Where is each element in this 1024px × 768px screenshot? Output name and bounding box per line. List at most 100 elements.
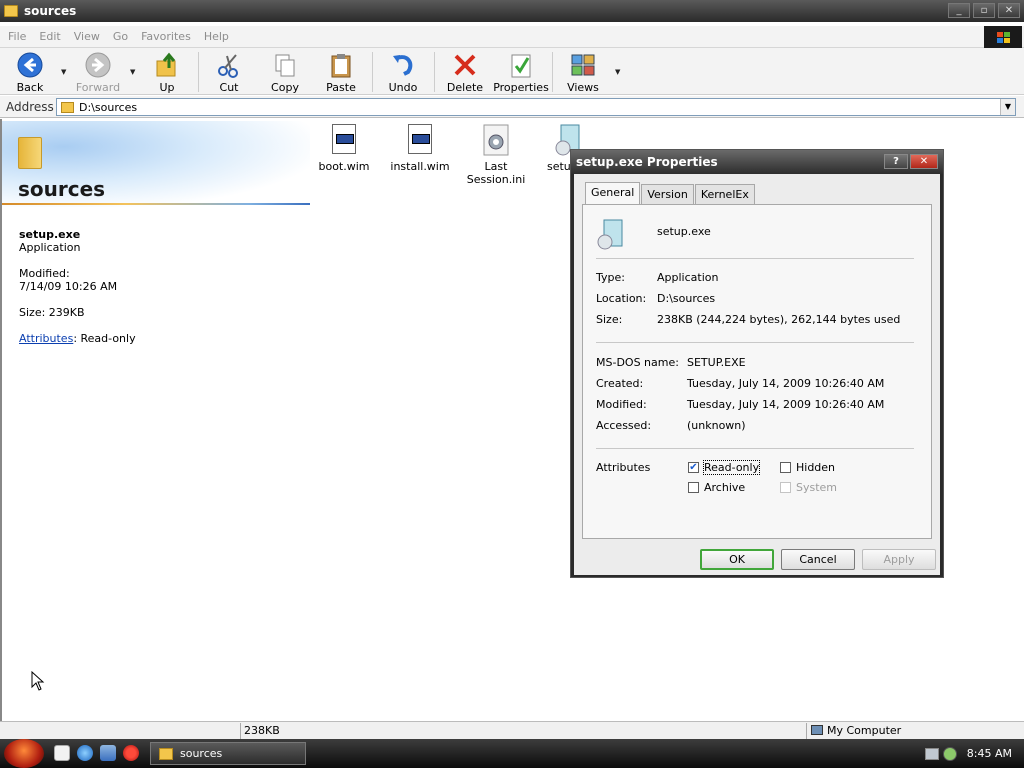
selected-file-name: setup.exe (19, 228, 81, 241)
location-value: D:\sources (657, 292, 716, 305)
delete-x-icon (452, 52, 478, 78)
maximize-button[interactable]: ▫ (973, 3, 995, 18)
type-label: Type: (596, 271, 625, 284)
back-dropdown-icon[interactable]: ▼ (61, 68, 66, 76)
delete-button[interactable]: Delete (437, 50, 493, 94)
up-folder-icon (154, 52, 180, 78)
size-value: Size: 239KB (19, 306, 85, 319)
minimize-button[interactable]: _ (948, 3, 970, 18)
archive-label[interactable]: Archive (704, 481, 745, 494)
close-button[interactable]: ✕ (998, 3, 1020, 18)
dialog-filename: setup.exe (657, 225, 711, 238)
address-dropdown-icon[interactable]: ▼ (1000, 99, 1015, 115)
up-button[interactable]: Up (139, 50, 195, 94)
internet-explorer-icon[interactable] (77, 745, 93, 761)
hidden-label[interactable]: Hidden (796, 461, 835, 474)
modified-value: 7/14/09 10:26 AM (19, 280, 118, 293)
folder-icon (4, 5, 18, 17)
forward-dropdown-icon[interactable]: ▼ (130, 68, 135, 76)
show-desktop-icon[interactable] (100, 745, 116, 761)
network-icon[interactable] (924, 747, 939, 760)
file-item[interactable]: setup (533, 124, 580, 173)
file-name: boot.wim (318, 160, 370, 173)
back-button[interactable]: Back (2, 50, 58, 94)
file-name: setup (547, 160, 578, 173)
modified-value: Tuesday, July 14, 2009 10:26:40 AM (687, 398, 885, 411)
general-tab-panel: setup.exe Type: Application Location: D:… (582, 204, 932, 539)
system-checkbox (780, 482, 791, 493)
dialog-close-button[interactable]: ✕ (910, 154, 938, 169)
status-bar: 238KB My Computer (0, 721, 1024, 739)
setup-app-icon (596, 218, 624, 253)
notepad-icon[interactable] (54, 745, 70, 761)
folder-icon (159, 747, 173, 760)
menu-view[interactable]: View (74, 30, 100, 43)
attributes-label: Attributes (596, 461, 651, 474)
windows-logo-icon (984, 26, 1022, 48)
help-button[interactable]: ? (884, 154, 908, 169)
msdos-value: SETUP.EXE (687, 356, 746, 369)
views-dropdown-icon[interactable]: ▼ (615, 68, 620, 76)
details-header: sources (2, 121, 310, 207)
address-field[interactable]: D:\sources ▼ (56, 98, 1016, 116)
attributes-value: : Read-only (73, 332, 136, 345)
properties-icon (508, 52, 534, 78)
dialog-titlebar[interactable]: setup.exe Properties ? ✕ (571, 150, 943, 174)
status-zone-label: My Computer (827, 724, 902, 737)
views-button[interactable]: Views (555, 50, 611, 94)
file-item[interactable]: boot.wim (309, 124, 379, 173)
dialog-tabs: General Version KernelEx (585, 182, 756, 204)
apply-button[interactable]: Apply (862, 549, 936, 570)
paste-button[interactable]: Paste (313, 50, 369, 94)
opera-icon[interactable] (123, 745, 139, 761)
start-button[interactable] (4, 739, 44, 768)
accessed-value: (unknown) (687, 419, 746, 432)
forward-arrow-icon (85, 52, 111, 78)
window-titlebar[interactable]: sources _ ▫ ✕ (0, 0, 1024, 22)
tray-app-icon[interactable] (942, 746, 957, 761)
toolbar: Back ▼ Forward ▼ Up Cut Copy Paste Undo … (0, 48, 1024, 95)
address-label: Address (6, 99, 54, 114)
file-item[interactable]: Last Session.ini (461, 124, 531, 186)
tab-kernelex[interactable]: KernelEx (694, 184, 755, 204)
undo-button[interactable]: Undo (375, 50, 431, 94)
readonly-checkbox[interactable]: ✔ (688, 462, 699, 473)
menu-help[interactable]: Help (204, 30, 229, 43)
type-value: Application (657, 271, 719, 284)
views-icon (570, 52, 596, 78)
msdos-label: MS-DOS name: (596, 356, 679, 369)
cut-button[interactable]: Cut (201, 50, 257, 94)
attributes-link[interactable]: Attributes (19, 332, 73, 345)
file-details: setup.exe Application Modified: 7/14/09 … (19, 228, 136, 345)
menu-favorites[interactable]: Favorites (141, 30, 191, 43)
created-label: Created: (596, 377, 644, 390)
readonly-label[interactable]: Read-only (702, 460, 761, 475)
tab-general[interactable]: General (585, 182, 641, 204)
menu-bar: File Edit View Go Favorites Help (0, 26, 1024, 48)
ok-button[interactable]: OK (700, 549, 774, 570)
file-name: install.wim (390, 160, 450, 173)
hidden-checkbox[interactable] (780, 462, 791, 473)
taskbar-button-sources[interactable]: sources (150, 742, 306, 765)
tab-version[interactable]: Version (641, 184, 694, 204)
copy-button[interactable]: Copy (257, 50, 313, 94)
file-name-line1: Last (484, 160, 508, 173)
dialog-title: setup.exe Properties (576, 155, 718, 169)
clipboard-icon (328, 52, 354, 78)
accessed-label: Accessed: (596, 419, 652, 432)
taskbar-button-label: sources (180, 747, 223, 760)
system-tray: 8:45 AM (924, 739, 1024, 768)
cancel-button[interactable]: Cancel (781, 549, 855, 570)
menu-edit[interactable]: Edit (39, 30, 60, 43)
status-zone: My Computer (806, 723, 1024, 739)
file-item[interactable]: install.wim (385, 124, 455, 173)
menu-go[interactable]: Go (113, 30, 128, 43)
menu-file[interactable]: File (8, 30, 26, 43)
properties-button[interactable]: Properties (493, 50, 549, 94)
archive-checkbox[interactable] (688, 482, 699, 493)
clock[interactable]: 8:45 AM (967, 747, 1012, 760)
forward-button[interactable]: Forward (70, 50, 126, 94)
taskbar: sources 8:45 AM (0, 739, 1024, 768)
back-arrow-icon (17, 52, 43, 78)
scissors-icon (216, 52, 242, 78)
